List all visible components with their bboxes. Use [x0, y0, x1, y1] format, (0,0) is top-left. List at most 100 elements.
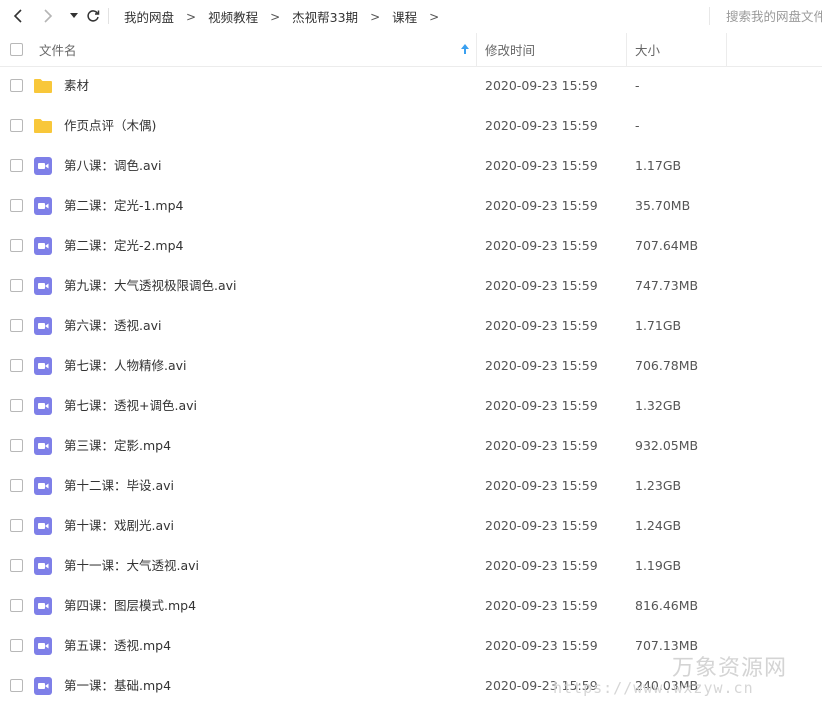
file-size: 707.64MB — [635, 238, 699, 253]
file-name[interactable]: 第十课：戏剧光.avi — [64, 506, 174, 546]
file-size: - — [635, 78, 640, 93]
back-button[interactable] — [7, 5, 29, 27]
breadcrumb-separator: > — [186, 9, 197, 24]
video-file-icon — [33, 156, 53, 176]
folder-icon — [33, 76, 53, 96]
breadcrumb-item[interactable]: 我的网盘 — [124, 7, 174, 26]
file-name[interactable]: 第九课：大气透视极限调色.avi — [64, 266, 237, 306]
file-modified-time: 2020-09-23 15:59 — [485, 198, 598, 213]
breadcrumb-item[interactable]: 课程 — [392, 7, 417, 26]
file-row[interactable]: 第七课：透视+调色.avi 2020-09-23 15:59 1.32GB — [0, 386, 822, 426]
file-modified-time: 2020-09-23 15:59 — [485, 278, 598, 293]
file-size: 35.70MB — [635, 198, 691, 213]
column-header-name[interactable]: 文件名 — [39, 33, 77, 66]
column-divider[interactable] — [626, 33, 627, 66]
file-name[interactable]: 第六课：透视.avi — [64, 306, 162, 346]
search-divider — [709, 7, 710, 25]
row-checkbox[interactable] — [10, 79, 23, 92]
column-header-size[interactable]: 大小 — [635, 33, 660, 66]
video-file-icon — [33, 316, 53, 336]
sort-ascending-icon[interactable] — [460, 43, 470, 55]
file-row[interactable]: 第三课：定影.mp4 2020-09-23 15:59 932.05MB — [0, 426, 822, 466]
breadcrumb-item[interactable]: 视频教程 — [208, 7, 258, 26]
row-checkbox[interactable] — [10, 599, 23, 612]
breadcrumb-item[interactable]: 杰视帮33期 — [292, 7, 358, 26]
video-file-icon — [33, 396, 53, 416]
file-name[interactable]: 第十二课：毕设.avi — [64, 466, 174, 506]
file-modified-time: 2020-09-23 15:59 — [485, 158, 598, 173]
folder-icon — [33, 116, 53, 136]
row-checkbox[interactable] — [10, 159, 23, 172]
file-modified-time: 2020-09-23 15:59 — [485, 638, 598, 653]
file-size: 747.73MB — [635, 278, 699, 293]
video-file-icon — [33, 596, 53, 616]
file-row[interactable]: 第二课：定光-1.mp4 2020-09-23 15:59 35.70MB — [0, 186, 822, 226]
breadcrumb: 我的网盘 > 视频教程 > 杰视帮33期 > 课程 > — [124, 0, 451, 33]
row-checkbox[interactable] — [10, 639, 23, 652]
select-all-checkbox[interactable] — [10, 43, 23, 56]
file-row[interactable]: 第九课：大气透视极限调色.avi 2020-09-23 15:59 747.73MB — [0, 266, 822, 306]
file-row[interactable]: 第四课：图层模式.mp4 2020-09-23 15:59 816.46MB — [0, 586, 822, 626]
file-modified-time: 2020-09-23 15:59 — [485, 558, 598, 573]
column-header-modified[interactable]: 修改时间 — [485, 33, 535, 66]
forward-button[interactable] — [37, 5, 59, 27]
file-size: 706.78MB — [635, 358, 699, 373]
row-checkbox[interactable] — [10, 199, 23, 212]
row-checkbox[interactable] — [10, 279, 23, 292]
file-modified-time: 2020-09-23 15:59 — [485, 438, 598, 453]
file-row[interactable]: 素材 2020-09-23 15:59 - — [0, 66, 822, 106]
row-checkbox[interactable] — [10, 119, 23, 132]
file-name[interactable]: 第八课：调色.avi — [64, 146, 162, 186]
row-checkbox[interactable] — [10, 559, 23, 572]
file-size: 1.17GB — [635, 158, 682, 173]
row-checkbox[interactable] — [10, 399, 23, 412]
file-row[interactable]: 第六课：透视.avi 2020-09-23 15:59 1.71GB — [0, 306, 822, 346]
file-modified-time: 2020-09-23 15:59 — [485, 398, 598, 413]
breadcrumb-separator: > — [270, 9, 281, 24]
row-checkbox[interactable] — [10, 319, 23, 332]
file-row[interactable]: 第七课：人物精修.avi 2020-09-23 15:59 706.78MB — [0, 346, 822, 386]
file-name[interactable]: 第二课：定光-1.mp4 — [64, 186, 184, 226]
video-file-icon — [33, 356, 53, 376]
caret-down-icon — [70, 13, 78, 18]
file-row[interactable]: 第八课：调色.avi 2020-09-23 15:59 1.17GB — [0, 146, 822, 186]
file-name[interactable]: 第五课：透视.mp4 — [64, 626, 171, 666]
file-row[interactable]: 第十二课：毕设.avi 2020-09-23 15:59 1.23GB — [0, 466, 822, 506]
file-name[interactable]: 作页点评（木偶) — [64, 106, 156, 146]
refresh-button[interactable] — [82, 5, 104, 27]
file-name[interactable]: 第七课：人物精修.avi — [64, 346, 187, 386]
file-name[interactable]: 第四课：图层模式.mp4 — [64, 586, 196, 626]
file-row[interactable]: 作页点评（木偶) 2020-09-23 15:59 - — [0, 106, 822, 146]
search-input[interactable] — [718, 6, 822, 26]
row-checkbox[interactable] — [10, 519, 23, 532]
file-name[interactable]: 素材 — [64, 66, 89, 106]
row-checkbox[interactable] — [10, 439, 23, 452]
refresh-icon — [87, 10, 100, 22]
file-name[interactable]: 第七课：透视+调色.avi — [64, 386, 197, 426]
file-name[interactable]: 第三课：定影.mp4 — [64, 426, 171, 466]
file-modified-time: 2020-09-23 15:59 — [485, 478, 598, 493]
chevron-left-icon — [13, 9, 22, 23]
video-file-icon — [33, 676, 53, 696]
row-checkbox[interactable] — [10, 479, 23, 492]
file-modified-time: 2020-09-23 15:59 — [485, 318, 598, 333]
chevron-right-icon — [44, 9, 53, 23]
file-row[interactable]: 第二课：定光-2.mp4 2020-09-23 15:59 707.64MB — [0, 226, 822, 266]
row-checkbox[interactable] — [10, 679, 23, 692]
file-size: 816.46MB — [635, 598, 699, 613]
video-file-icon — [33, 196, 53, 216]
video-file-icon — [33, 436, 53, 456]
column-divider[interactable] — [476, 33, 477, 66]
file-row[interactable]: 第十一课：大气透视.avi 2020-09-23 15:59 1.19GB — [0, 546, 822, 586]
file-name[interactable]: 第二课：定光-2.mp4 — [64, 226, 184, 266]
video-file-icon — [33, 476, 53, 496]
video-file-icon — [33, 516, 53, 536]
file-name[interactable]: 第一课：基础.mp4 — [64, 666, 171, 706]
file-modified-time: 2020-09-23 15:59 — [485, 518, 598, 533]
row-checkbox[interactable] — [10, 359, 23, 372]
file-name[interactable]: 第十一课：大气透视.avi — [64, 546, 199, 586]
file-row[interactable]: 第十课：戏剧光.avi 2020-09-23 15:59 1.24GB — [0, 506, 822, 546]
row-checkbox[interactable] — [10, 239, 23, 252]
column-divider[interactable] — [726, 33, 727, 66]
file-size: 1.71GB — [635, 318, 682, 333]
